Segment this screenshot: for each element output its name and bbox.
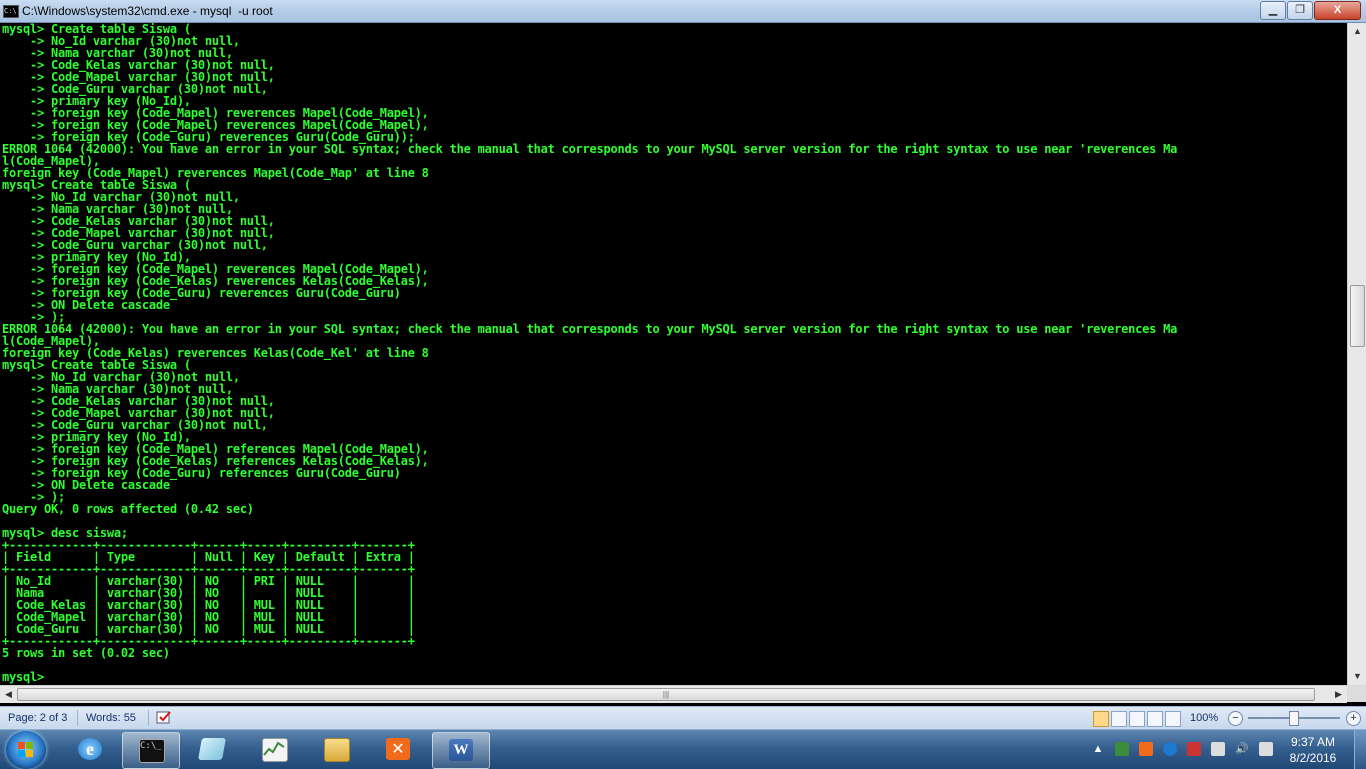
horizontal-scrollbar[interactable]: ◀ ||| ▶	[0, 685, 1347, 703]
print-layout-view-button[interactable]	[1093, 711, 1109, 727]
console-line: 5 rows in set (0.02 sec)	[2, 646, 170, 660]
update-tray-icon[interactable]	[1163, 742, 1177, 756]
file-explorer-icon	[324, 738, 350, 762]
notepad-icon	[198, 738, 226, 760]
horizontal-scroll-thumb[interactable]: |||	[17, 688, 1315, 701]
draft-view-button[interactable]	[1165, 711, 1181, 727]
xampp-icon: ✕	[386, 738, 410, 760]
maximize-button[interactable]: ❐	[1287, 1, 1313, 20]
console-text: mysql> Create table Siswa ( -> No_Id var…	[0, 23, 1347, 683]
zoom-level[interactable]: 100%	[1190, 712, 1218, 724]
status-divider	[148, 710, 149, 726]
volume-icon[interactable]: 🔊	[1235, 742, 1249, 756]
minimize-button[interactable]: ▁	[1260, 1, 1286, 20]
taskbar-cmd[interactable]: C:\_	[122, 732, 180, 769]
web-layout-view-button[interactable]	[1129, 711, 1145, 727]
internet-explorer-icon: e	[78, 738, 102, 760]
cmd-icon[interactable]: C:\	[3, 5, 19, 18]
show-desktop-button[interactable]	[1354, 730, 1366, 769]
action-center-icon[interactable]	[1187, 742, 1201, 756]
scroll-left-arrow-icon[interactable]: ◀	[0, 686, 17, 703]
taskbar-internet-explorer[interactable]: e	[62, 732, 118, 767]
word-icon: W	[449, 739, 473, 761]
system-clock[interactable]: 9:37 AM 8/2/2016	[1278, 734, 1348, 766]
status-divider	[77, 710, 78, 726]
vertical-scrollbar[interactable]: ▲ ▼	[1347, 23, 1366, 685]
console-line: -> foreign key (Code_Guru) reverences Gu…	[2, 286, 401, 300]
console-line: -> ON Delete cascade	[2, 298, 170, 312]
vertical-scroll-thumb[interactable]	[1350, 285, 1365, 347]
zoom-in-button[interactable]: +	[1346, 711, 1361, 726]
taskbar-notepad[interactable]	[184, 732, 240, 767]
scroll-up-arrow-icon[interactable]: ▲	[1348, 23, 1366, 40]
taskbar-file-explorer[interactable]	[308, 732, 364, 767]
title-bar[interactable]: C:\ C:\Windows\system32\cmd.exe - mysql …	[0, 0, 1366, 23]
windows-logo-icon	[18, 742, 34, 758]
close-button[interactable]: X	[1314, 1, 1361, 20]
console-line: foreign key (Code_Mapel) reverences Mape…	[2, 166, 429, 180]
cmd-icon: C:\_	[139, 739, 165, 763]
start-button[interactable]	[6, 731, 46, 769]
zoom-slider-thumb[interactable]	[1289, 711, 1299, 726]
console-line: -> Code_Guru varchar (30)not null,	[2, 82, 268, 96]
clock-time: 9:37 AM	[1290, 735, 1336, 749]
console-line: mysql>	[2, 670, 44, 684]
outline-view-button[interactable]	[1147, 711, 1163, 727]
scroll-grip-icon: |||	[662, 690, 670, 699]
console-line: +------------+-------------+------+-----…	[2, 634, 415, 648]
console-line: -> Code_Guru varchar (30)not null,	[2, 238, 268, 252]
console-line: foreign key (Code_Kelas) reverences Kela…	[2, 346, 429, 360]
taskbar-task-manager[interactable]	[246, 732, 302, 767]
xampp-tray-icon[interactable]	[1139, 742, 1153, 756]
page-count[interactable]: Page: 2 of 3	[8, 712, 67, 724]
console-output[interactable]: mysql> Create table Siswa ( -> No_Id var…	[0, 23, 1347, 685]
console-line: Query OK, 0 rows affected (0.42 sec)	[2, 502, 254, 516]
taskbar: e C:\_ ✕ W ▲ 🔊 9:37 AM 8/2/2016	[0, 729, 1366, 769]
task-manager-icon	[262, 738, 288, 762]
console-line: -> ON Delete cascade	[2, 478, 170, 492]
word-count[interactable]: Words: 55	[86, 712, 136, 724]
scroll-right-arrow-icon[interactable]: ▶	[1330, 686, 1347, 703]
console-line: -> Code_Guru varchar (30)not null,	[2, 418, 268, 432]
scroll-corner	[1347, 685, 1366, 702]
zoom-out-button[interactable]: −	[1228, 711, 1243, 726]
console-line: ERROR 1064 (42000): You have an error in…	[2, 322, 1178, 336]
window-title: C:\Windows\system32\cmd.exe - mysql -u r…	[22, 4, 273, 18]
console-line: ERROR 1064 (42000): You have an error in…	[2, 142, 1178, 156]
proofing-icon[interactable]	[156, 710, 174, 729]
console-line: -> foreign key (Code_Guru) references Gu…	[2, 466, 401, 480]
tray-app-icon[interactable]	[1115, 742, 1129, 756]
taskbar-word[interactable]: W	[432, 732, 490, 769]
show-hidden-icons-button[interactable]: ▲	[1091, 742, 1105, 756]
full-screen-reading-view-button[interactable]	[1111, 711, 1127, 727]
power-icon[interactable]	[1259, 742, 1273, 756]
clock-date: 8/2/2016	[1289, 751, 1337, 765]
taskbar-xampp[interactable]: ✕	[370, 732, 426, 767]
scroll-down-arrow-icon[interactable]: ▼	[1348, 668, 1366, 685]
word-status-bar: Page: 2 of 3 Words: 55 100% − +	[0, 706, 1366, 730]
network-icon[interactable]	[1211, 742, 1225, 756]
